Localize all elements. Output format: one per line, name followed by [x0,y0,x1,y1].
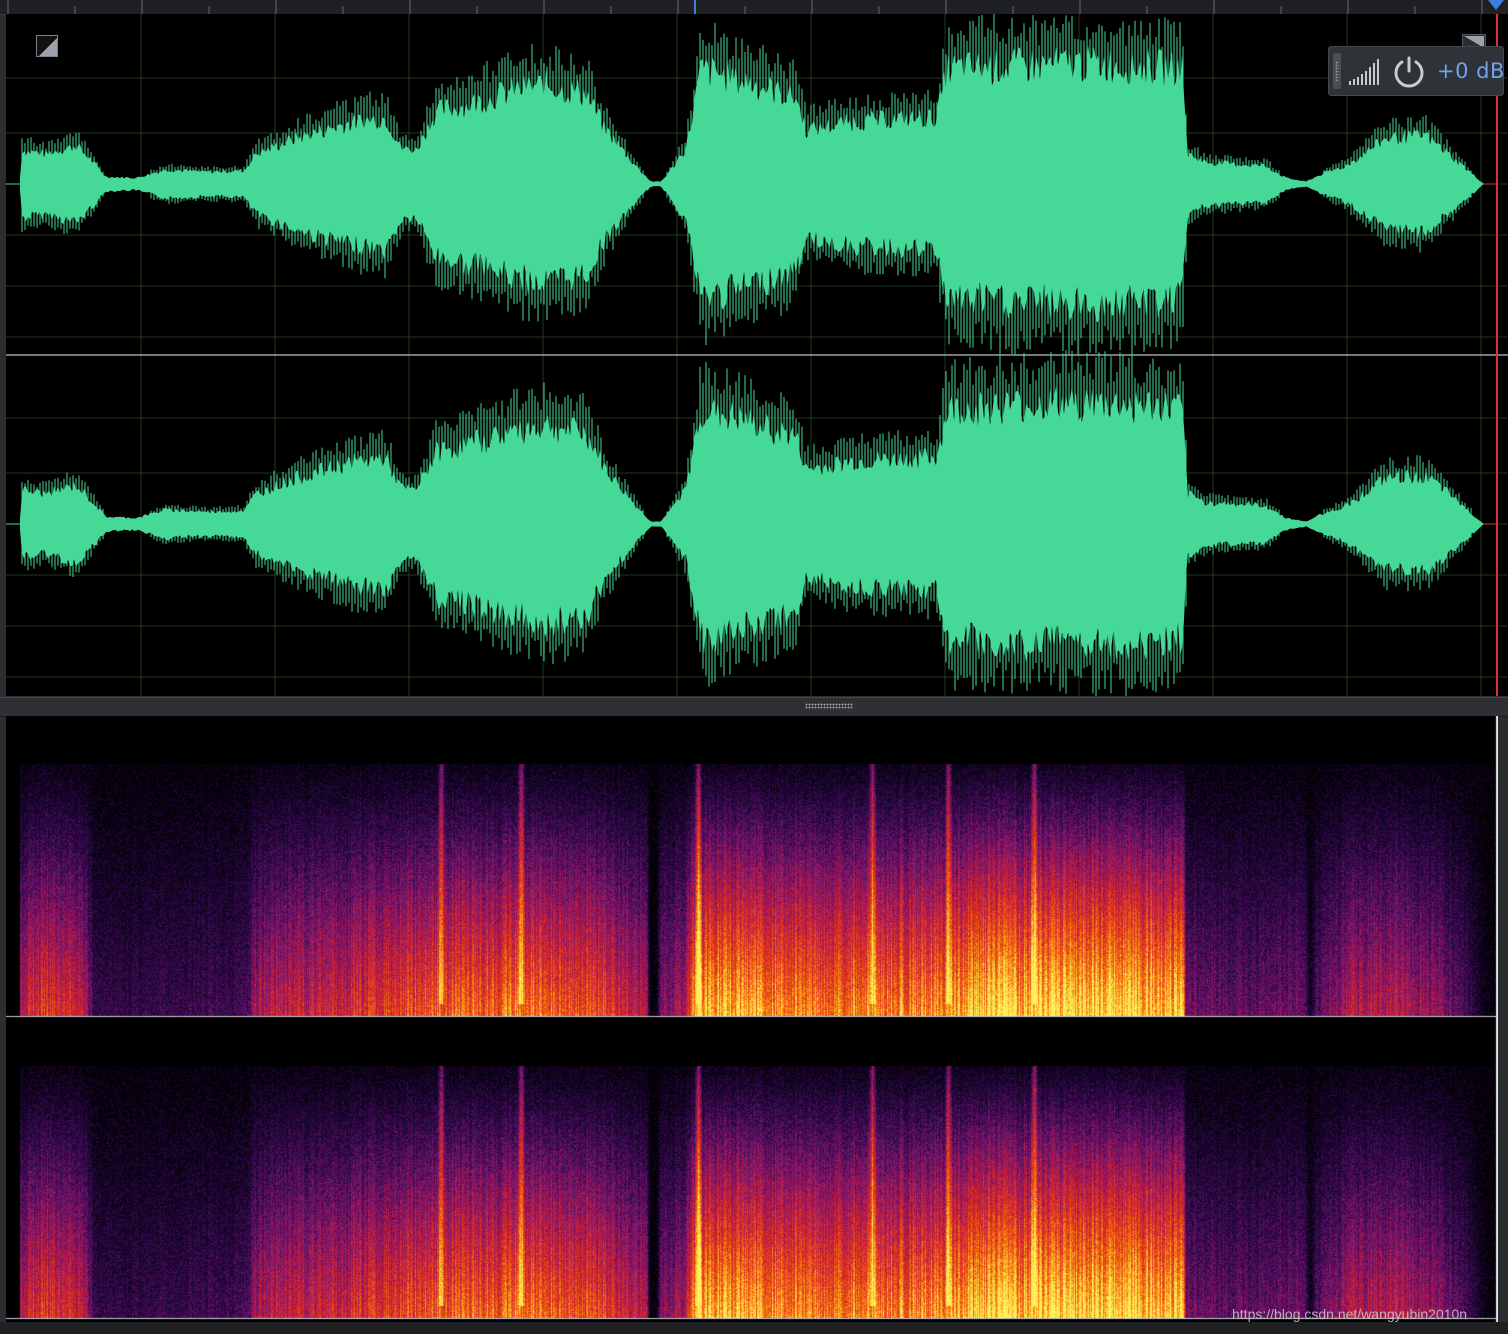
drag-grip-icon[interactable] [805,703,853,709]
time-ruler[interactable] [0,0,1508,15]
diagonal-split-icon[interactable] [36,35,58,57]
spectrogram-canvas[interactable] [6,716,1498,1322]
waveform-view[interactable]: +0 dB [6,14,1508,696]
level-readout[interactable]: +0 dB [1437,59,1505,83]
signal-bars-icon [1349,59,1379,85]
power-icon[interactable] [1392,55,1426,89]
audio-editor: +0 dB https://blog.csdn.net/wangyubin201… [0,0,1508,1334]
waveform-canvas[interactable] [6,14,1508,696]
drag-grip-icon[interactable] [1333,53,1341,89]
time-ruler-ticks [7,0,1483,14]
watermark-text: https://blog.csdn.net/wangyubin2010n [1232,1306,1468,1322]
panel-splitter[interactable] [0,697,1508,717]
spectrogram-view[interactable] [6,716,1498,1322]
playhead-marker-icon[interactable] [1488,0,1504,10]
bottom-scrollbar[interactable] [0,1322,1508,1334]
output-level-widget: +0 dB [1328,46,1504,96]
